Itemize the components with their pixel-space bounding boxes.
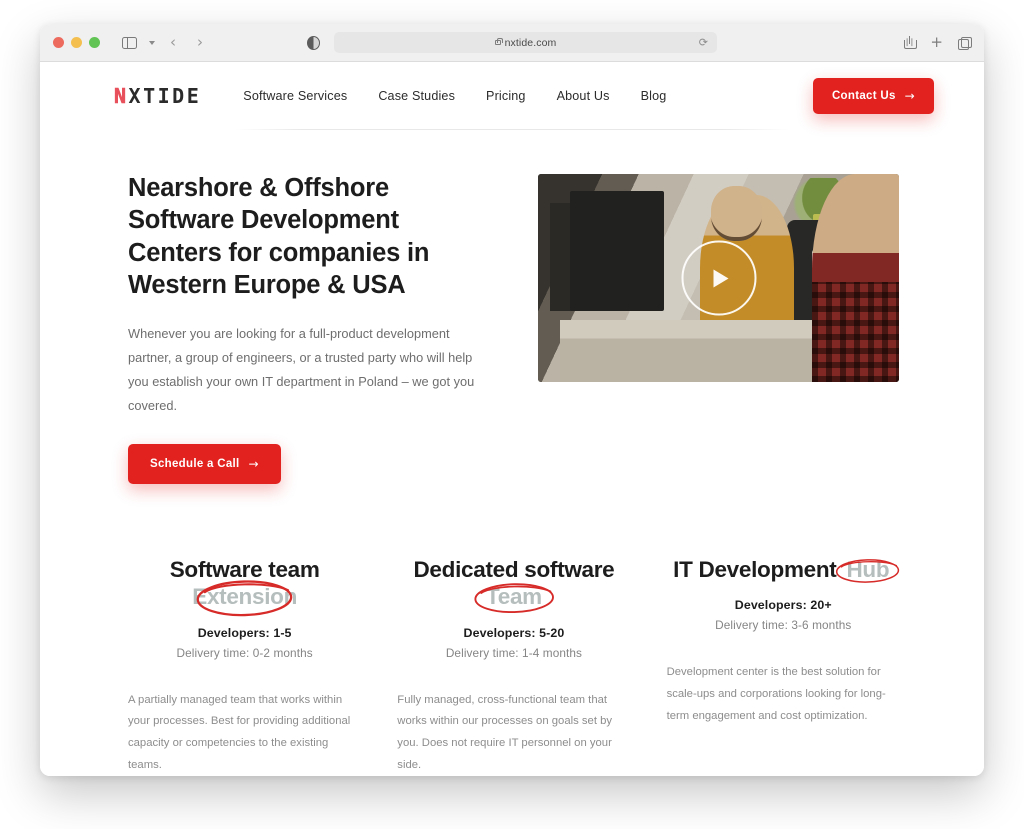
card-title-plain: IT Development <box>673 556 843 582</box>
logo-text: XTIDE <box>128 84 202 108</box>
hero-media-column <box>538 172 934 484</box>
card-meta: Developers: 5-20 Delivery time: 1-4 mont… <box>397 626 630 660</box>
service-card-hub: IT Development Hub Developers: 20+ Deliv… <box>649 556 918 776</box>
card-title-plain: Software team <box>169 556 320 582</box>
card-description: A partially managed team that works with… <box>128 693 351 771</box>
card-meta: Developers: 20+ Delivery time: 3-6 month… <box>667 598 900 632</box>
forward-icon: › <box>197 33 203 51</box>
page-title: Nearshore & Offshore Software Developmen… <box>128 174 430 300</box>
back-icon: ‹ <box>170 33 176 51</box>
forward-button[interactable]: › <box>189 33 211 53</box>
card-title: Software team Extension <box>128 556 361 617</box>
browser-window: ‹ › nxtide.com ⟳ + N XTIDE Software Serv… <box>40 24 984 776</box>
sidebar-dropdown-button[interactable] <box>145 33 157 53</box>
hero-video-thumbnail[interactable] <box>538 174 899 382</box>
toolbar-right-actions: + <box>904 35 972 50</box>
card-meta: Developers: 1-5 Delivery time: 0-2 month… <box>128 626 361 660</box>
hero-section: Nearshore & Offshore Software Developmen… <box>40 130 984 484</box>
reader-mode-icon[interactable] <box>307 35 320 50</box>
card-title-highlight-wrap: Extension <box>188 580 301 617</box>
card-delivery-time: Delivery time: 1-4 months <box>445 645 583 660</box>
navigation-controls: ‹ › <box>118 33 211 53</box>
card-developers: Developers: 1-5 <box>197 625 292 640</box>
reload-icon[interactable]: ⟳ <box>699 36 708 49</box>
site-logo[interactable]: N XTIDE <box>114 84 202 109</box>
schedule-a-call-label: Schedule a Call <box>150 457 240 470</box>
logo-letter-n: N <box>114 84 129 109</box>
card-title-highlight-wrap: Hub <box>836 556 900 583</box>
card-title-highlight-wrap: Team <box>474 583 554 614</box>
card-title-highlight: Team <box>485 584 542 610</box>
card-description: Fully managed, cross-functional team tha… <box>397 693 613 771</box>
site-header: N XTIDE Software Services Case Studies Pr… <box>40 62 984 130</box>
minimize-window-button[interactable] <box>71 37 82 48</box>
card-title: Dedicated software Team <box>397 556 630 614</box>
service-tiers: Software team Extension Developers: 1-5 … <box>40 484 984 776</box>
url-text: nxtide.com <box>504 36 557 49</box>
address-bar[interactable]: nxtide.com ⟳ <box>334 32 717 53</box>
lock-icon <box>494 37 503 45</box>
nav-item-case-studies[interactable]: Case Studies <box>378 89 455 103</box>
arrow-right-icon: → <box>904 89 915 103</box>
card-delivery-time: Delivery time: 0-2 months <box>176 645 313 660</box>
main-navigation: Software Services Case Studies Pricing A… <box>243 89 666 103</box>
share-icon[interactable] <box>904 36 918 49</box>
service-card-team: Dedicated software Team Developers: 5-20… <box>379 556 648 776</box>
nav-item-software-services[interactable]: Software Services <box>243 89 347 103</box>
arrow-right-icon: → <box>248 456 259 471</box>
nav-item-blog[interactable]: Blog <box>641 89 667 103</box>
tab-overview-icon[interactable] <box>958 36 972 50</box>
nav-item-about-us[interactable]: About Us <box>557 89 610 103</box>
card-title-plain: Dedicated software <box>413 556 615 582</box>
back-button[interactable]: ‹ <box>162 33 184 53</box>
page-content: N XTIDE Software Services Case Studies Pr… <box>40 62 984 776</box>
sidebar-icon <box>121 36 137 49</box>
hero-text-column: Nearshore & Offshore Software Developmen… <box>128 172 488 484</box>
close-window-button[interactable] <box>53 37 64 48</box>
browser-toolbar: ‹ › nxtide.com ⟳ + <box>40 24 984 62</box>
card-title: IT Development Hub <box>667 556 900 583</box>
contact-us-button[interactable]: Contact Us → <box>812 78 934 114</box>
window-controls <box>53 37 100 48</box>
card-developers: Developers: 20+ <box>734 598 832 613</box>
new-tab-icon[interactable]: + <box>930 35 943 50</box>
card-description: Development center is the best solution … <box>666 666 886 722</box>
card-developers: Developers: 5-20 <box>463 625 565 640</box>
play-button-icon[interactable] <box>681 240 756 316</box>
card-title-highlight: Extension <box>192 584 298 610</box>
card-title-highlight: Hub <box>846 556 890 582</box>
schedule-a-call-button[interactable]: Schedule a Call → <box>128 443 281 484</box>
maximize-window-button[interactable] <box>89 37 100 48</box>
nav-item-pricing[interactable]: Pricing <box>486 89 526 103</box>
service-card-extension: Software team Extension Developers: 1-5 … <box>110 556 379 776</box>
contact-us-label: Contact Us <box>831 90 896 102</box>
sidebar-toggle-button[interactable] <box>118 33 140 53</box>
hero-subtitle: Whenever you are looking for a full-prod… <box>128 325 475 413</box>
chevron-down-icon <box>149 40 155 45</box>
card-delivery-time: Delivery time: 3-6 months <box>715 618 852 633</box>
